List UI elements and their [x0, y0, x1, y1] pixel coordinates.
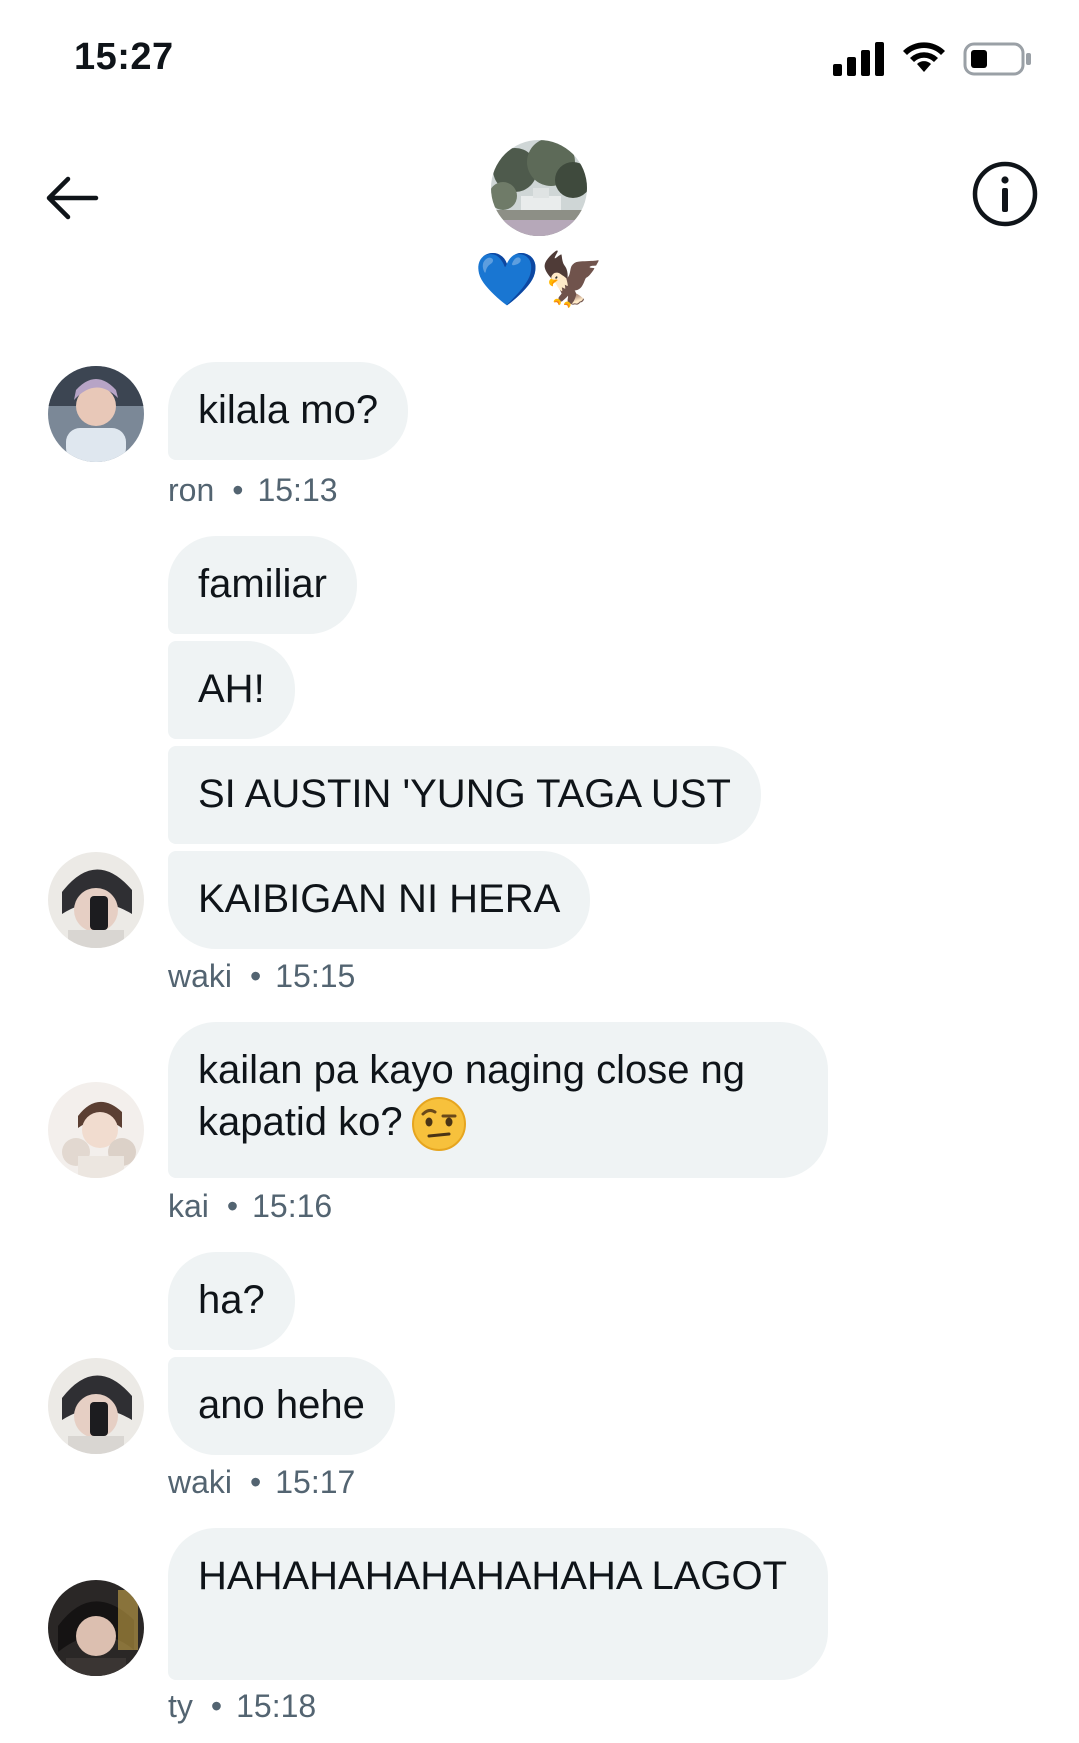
sender-name: ty [168, 1688, 193, 1724]
conversation-header: 💙🦅 [0, 120, 1079, 320]
message-bubble[interactable]: ha? [168, 1252, 295, 1350]
sender-name: waki [168, 958, 233, 994]
message-meta: waki • 15:17 [168, 1464, 355, 1501]
message-time: 15:13 [257, 472, 338, 508]
group-name[interactable]: 💙🦅 [0, 250, 1079, 310]
signal-icon [833, 42, 884, 76]
sender-name: kai [168, 1188, 209, 1224]
info-icon [972, 161, 1038, 227]
message-bubble[interactable]: familiar [168, 536, 357, 634]
group-avatar[interactable] [491, 140, 587, 236]
avatar-waki[interactable] [48, 1358, 144, 1454]
message-time: 15:18 [236, 1688, 317, 1724]
battery-icon [963, 42, 1031, 76]
meta-separator: • [210, 1688, 223, 1724]
avatar-kai[interactable] [48, 1082, 144, 1178]
avatar-ron[interactable] [48, 366, 144, 462]
meta-separator: • [250, 1464, 262, 1500]
sender-name: waki [168, 1464, 233, 1500]
message-bubble[interactable]: ano hehe [168, 1357, 395, 1455]
wifi-icon [903, 42, 945, 72]
message-bubble[interactable]: kilala mo? [168, 362, 409, 460]
meta-separator: • [226, 1188, 239, 1224]
avatar-waki[interactable] [48, 852, 144, 948]
message-bubble[interactable]: HAHAHAHAHAHAHAHA LAGOT [168, 1528, 828, 1680]
raised-eyebrow-emoji [411, 1097, 466, 1152]
message-bubble[interactable]: AH! [168, 641, 295, 739]
back-arrow-icon [46, 176, 99, 220]
message-bubble[interactable]: kailan pa kayo naging close ng kapatid k… [168, 1022, 828, 1178]
avatar-ty[interactable] [48, 1580, 144, 1676]
meta-separator: • [232, 472, 244, 508]
status-icons [833, 42, 1033, 76]
message-meta: kai • 15:16 [168, 1188, 332, 1225]
message-meta: ty • 15:18 [168, 1688, 316, 1725]
message-time: 15:17 [275, 1464, 356, 1500]
message-meta: waki • 15:15 [168, 958, 355, 995]
back-button[interactable] [40, 166, 104, 230]
status-bar: 15:27 [0, 0, 1079, 120]
message-time: 15:16 [252, 1188, 333, 1224]
status-time: 15:27 [74, 36, 174, 78]
group-avatar-image [491, 140, 587, 236]
sender-name: ron [168, 472, 215, 508]
meta-separator: • [250, 958, 262, 994]
message-meta: ron • 15:13 [168, 472, 338, 509]
message-bubble[interactable]: SI AUSTIN 'YUNG TAGA UST [168, 746, 761, 844]
message-time: 15:15 [275, 958, 356, 994]
info-button[interactable] [971, 160, 1039, 228]
message-bubble[interactable]: KAIBIGAN NI HERA [168, 851, 591, 949]
message-text: kailan pa kayo naging close ng kapatid k… [198, 1048, 746, 1144]
